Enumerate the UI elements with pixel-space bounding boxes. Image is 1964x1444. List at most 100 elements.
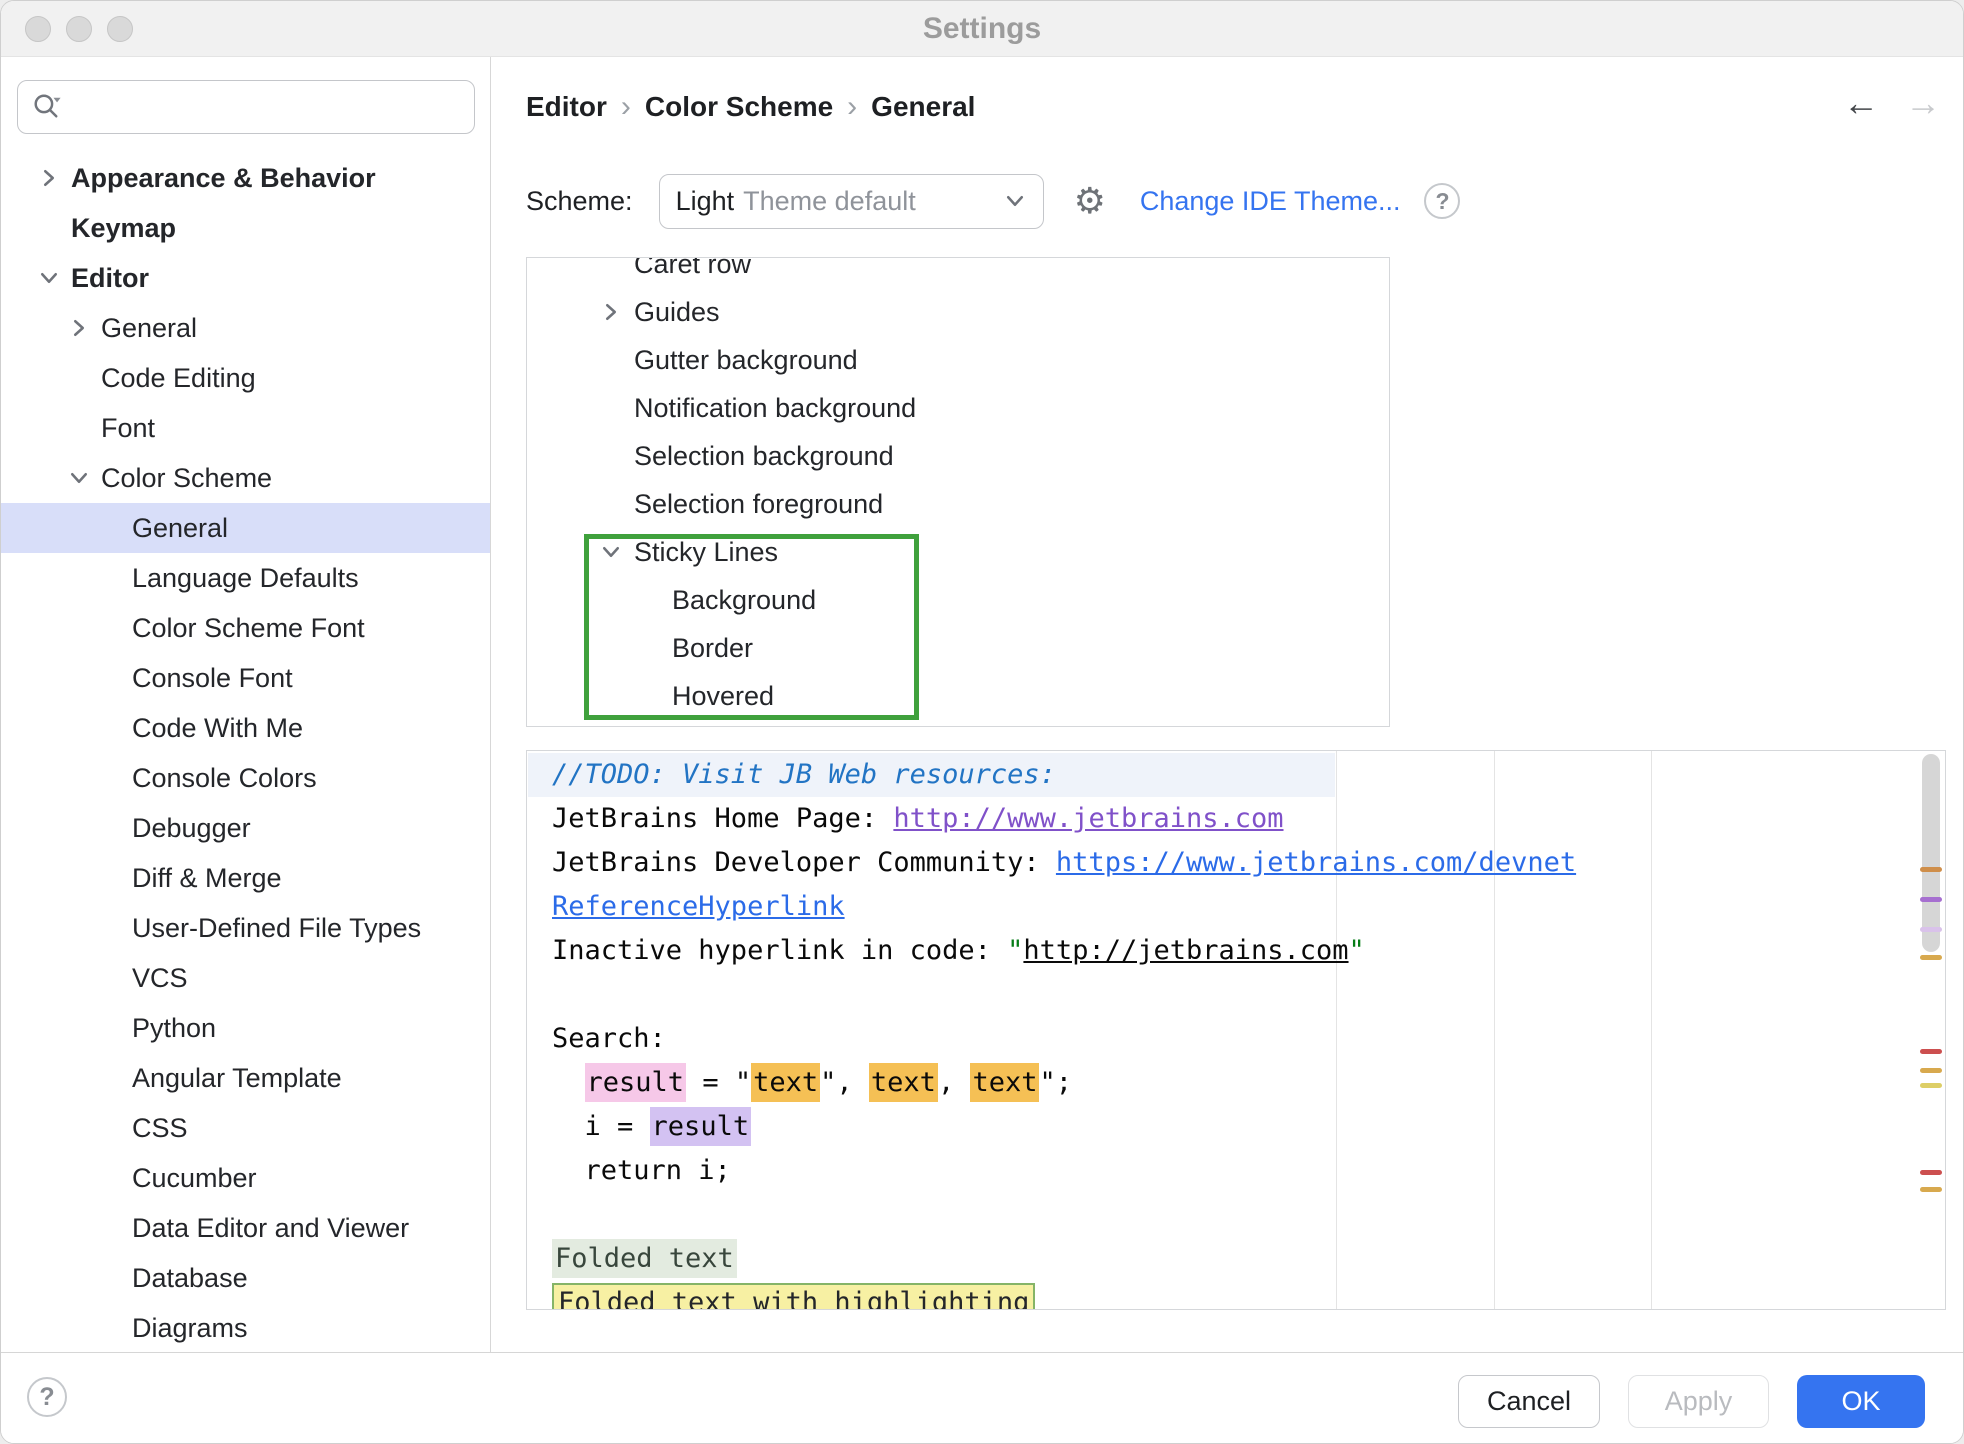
history-navigation: ← →	[1843, 81, 1941, 125]
option-sticky-lines[interactable]: Sticky Lines	[527, 528, 1389, 576]
settings-search-input[interactable]	[72, 91, 462, 123]
code-line: JetBrains Home Page: http://www.jetbrain…	[552, 797, 1576, 841]
sidebar-item-color-scheme[interactable]: Color Scheme	[1, 453, 490, 503]
sidebar-item-label: VCS	[132, 962, 188, 993]
hyperlink-text: http://www.jetbrains.com	[893, 803, 1284, 834]
sidebar-item-console-colors[interactable]: Console Colors	[1, 753, 490, 803]
sidebar-item-python[interactable]: Python	[1, 1003, 490, 1053]
option-notification-background[interactable]: Notification background	[527, 384, 1389, 432]
sidebar-item-label: Debugger	[132, 812, 251, 843]
option-caret-row[interactable]: Caret row	[527, 258, 1389, 288]
sidebar-item-language-defaults[interactable]: Language Defaults	[1, 553, 490, 603]
option-guides[interactable]: Guides	[527, 288, 1389, 336]
sidebar-item-color-scheme-general[interactable]: General	[1, 503, 490, 553]
option-sticky-hovered[interactable]: Hovered	[527, 672, 1389, 720]
breadcrumb-separator-icon: ›	[620, 90, 631, 123]
code-token: ";	[1039, 1067, 1072, 1098]
code-line: i = result	[552, 1105, 1576, 1149]
sidebar-item-label: Appearance & Behavior	[71, 162, 376, 193]
code-token: text	[970, 1063, 1040, 1102]
sidebar-item-diagrams[interactable]: Diagrams	[1, 1303, 490, 1352]
sidebar-item-database[interactable]: Database	[1, 1253, 490, 1303]
sidebar-item-color-scheme-font[interactable]: Color Scheme Font	[1, 603, 490, 653]
sidebar-item-editor-general[interactable]: General	[1, 303, 490, 353]
breadcrumb-item-color-scheme[interactable]: Color Scheme	[645, 91, 833, 123]
code-token: JetBrains Home Page:	[552, 803, 894, 834]
sidebar-item-code-editing[interactable]: Code Editing	[1, 353, 490, 403]
hyperlink-text: ReferenceHyperlink	[552, 891, 845, 922]
sidebar-item-angular-template[interactable]: Angular Template	[1, 1053, 490, 1103]
breadcrumb-item-editor[interactable]: Editor	[526, 91, 607, 123]
sidebar-item-cucumber[interactable]: Cucumber	[1, 1153, 490, 1203]
sidebar-item-label: Database	[132, 1262, 248, 1293]
settings-tree: Appearance & Behavior Keymap Editor Gene…	[1, 153, 490, 1352]
scheme-row: Scheme: Light Theme default ⚙ Change IDE…	[526, 173, 1461, 229]
sidebar-item-data-editor-and-viewer[interactable]: Data Editor and Viewer	[1, 1203, 490, 1253]
search-box[interactable]	[17, 80, 475, 134]
sidebar-item-label: Diagrams	[132, 1312, 248, 1343]
code-token: "	[1007, 935, 1024, 966]
sidebar-item-user-defined-file-types[interactable]: User-Defined File Types	[1, 903, 490, 953]
editor-preview[interactable]: //TODO: Visit JB Web resources: JetBrain…	[526, 750, 1946, 1310]
sidebar-item-label: Cucumber	[132, 1162, 257, 1193]
code-line: Folded text with highlighting	[552, 1281, 1576, 1309]
chevron-right-icon[interactable]	[37, 166, 61, 190]
code-token: JetBrains Developer Community:	[552, 847, 1056, 878]
sidebar-item-label: General	[101, 312, 198, 343]
change-ide-theme-link[interactable]: Change IDE Theme...	[1140, 186, 1401, 217]
chevron-right-icon[interactable]	[599, 300, 623, 324]
sidebar-item-keymap[interactable]: Keymap	[1, 203, 490, 253]
sidebar: Appearance & Behavior Keymap Editor Gene…	[1, 57, 491, 1352]
sidebar-item-label: Console Font	[132, 662, 293, 693]
chevron-down-icon[interactable]	[67, 466, 91, 490]
code-token: = "	[686, 1067, 752, 1098]
minimize-button[interactable]	[66, 16, 92, 42]
back-arrow-icon[interactable]: ←	[1843, 81, 1879, 125]
option-selection-background[interactable]: Selection background	[527, 432, 1389, 480]
sidebar-item-debugger[interactable]: Debugger	[1, 803, 490, 853]
sidebar-item-label: Console Colors	[132, 762, 317, 793]
window-title: Settings	[922, 12, 1042, 45]
gear-icon[interactable]: ⚙	[1074, 183, 1106, 219]
sidebar-item-diff-merge[interactable]: Diff & Merge	[1, 853, 490, 903]
folded-text: Folded text	[552, 1239, 737, 1278]
code-line: result = "text", text, text";	[552, 1061, 1576, 1105]
sidebar-item-font[interactable]: Font	[1, 403, 490, 453]
sidebar-item-label: Language Defaults	[132, 562, 359, 593]
option-sticky-border[interactable]: Border	[527, 624, 1389, 672]
option-selection-foreground[interactable]: Selection foreground	[527, 480, 1389, 528]
code-token: result	[649, 1107, 752, 1146]
chevron-down-icon	[1006, 195, 1023, 207]
code-line: return i;	[552, 1149, 1576, 1193]
cancel-button[interactable]: Cancel	[1458, 1375, 1600, 1428]
sidebar-item-label: Data Editor and Viewer	[132, 1212, 410, 1243]
sidebar-item-code-with-me[interactable]: Code With Me	[1, 703, 490, 753]
ok-button[interactable]: OK	[1797, 1375, 1925, 1428]
help-icon[interactable]: ?	[1424, 183, 1461, 219]
help-icon[interactable]: ?	[27, 1377, 67, 1417]
forward-arrow-icon[interactable]: →	[1905, 81, 1941, 125]
breadcrumb-separator-icon: ›	[847, 90, 858, 123]
option-sticky-background[interactable]: Background	[527, 576, 1389, 624]
option-gutter-background[interactable]: Gutter background	[527, 336, 1389, 384]
scheme-select[interactable]: Light Theme default	[658, 173, 1044, 229]
chevron-down-icon[interactable]	[37, 266, 61, 290]
code-line: //TODO: Visit JB Web resources:	[552, 753, 1576, 797]
code-token: ",	[820, 1067, 869, 1098]
sidebar-item-editor[interactable]: Editor	[1, 253, 490, 303]
chevron-down-icon[interactable]	[599, 540, 623, 564]
sidebar-item-label: CSS	[132, 1112, 188, 1143]
breadcrumb-item-general: General	[871, 91, 976, 122]
apply-button[interactable]: Apply	[1628, 1375, 1769, 1428]
chevron-right-icon[interactable]	[67, 316, 91, 340]
sidebar-item-console-font[interactable]: Console Font	[1, 653, 490, 703]
option-label: Border	[672, 632, 754, 663]
sidebar-item-appearance-behavior[interactable]: Appearance & Behavior	[1, 153, 490, 203]
color-options-panel[interactable]: Caret row Guides Gutter background Notif…	[526, 257, 1390, 727]
zoom-button[interactable]	[107, 16, 133, 42]
close-button[interactable]	[25, 16, 51, 42]
sidebar-item-css[interactable]: CSS	[1, 1103, 490, 1153]
sidebar-item-vcs[interactable]: VCS	[1, 953, 490, 1003]
sidebar-item-label: Color Scheme	[101, 462, 273, 493]
code-token: "	[1348, 935, 1365, 966]
